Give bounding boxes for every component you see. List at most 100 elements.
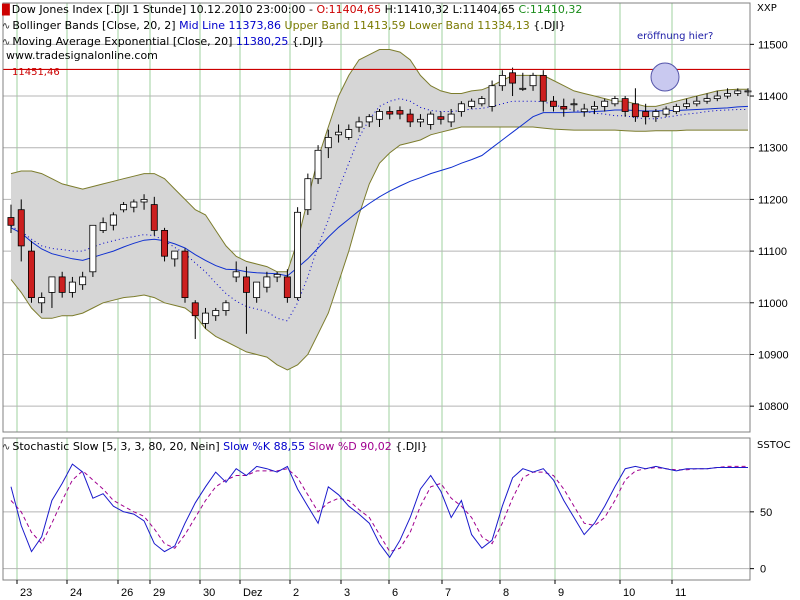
candle-body (662, 108, 670, 115)
candle-body (201, 312, 209, 324)
y-tick-label: 11000 (758, 298, 788, 310)
candle-body (253, 281, 261, 299)
candle-body (734, 90, 742, 94)
candle-body (263, 276, 271, 288)
legend-ema-symbol: {.DJI} (291, 35, 325, 48)
oscillator-legend: ∿ Stochastic Slow [5, 3, 3, 80, 20, Nein]… (2, 440, 428, 453)
candle-body (683, 103, 690, 107)
candle-body (345, 129, 353, 138)
candle-body (703, 98, 711, 102)
candle-body (672, 106, 680, 113)
legend-bollinger-name: Bollinger Bands [Close, 20, 2] (12, 19, 176, 32)
osc-name: Stochastic Slow [5, 3, 3, 80, 20, Nein] (12, 440, 220, 453)
candle-body (161, 229, 168, 257)
x-tick-label: 6 (392, 587, 398, 599)
line-indicator-icon: ∿ (2, 442, 11, 453)
x-tick-label: 24 (70, 587, 82, 599)
candle-body (519, 87, 527, 90)
candle-body (713, 95, 721, 99)
y-tick-label: 0 (760, 564, 766, 576)
candle-body (631, 103, 639, 118)
x-tick-label: 9 (558, 587, 564, 599)
legend-price-open: O:11404,65 (316, 3, 382, 16)
candle-body (140, 198, 148, 203)
candle-body (601, 100, 609, 107)
legend-line-price: █ Dow Jones Index [.DJI 1 Stunde] 10.12.2… (2, 2, 750, 18)
stoch-d-line (10, 465, 748, 553)
annotation-text: eröffnung hier? (637, 31, 714, 42)
candle-body (457, 103, 465, 113)
candle-body (181, 250, 189, 299)
legend-bollinger-mid: Mid Line 11373,86 (179, 19, 282, 32)
osc-panel-frame (2, 437, 751, 581)
candle-body (79, 276, 87, 286)
candle-body (478, 98, 486, 105)
candle-body (539, 75, 547, 102)
x-tick-label: 30 (203, 587, 215, 599)
legend-bollinger-lower: Lower Band 11334,13 (409, 19, 530, 32)
candle-body (314, 149, 322, 180)
candle-body (242, 276, 250, 293)
candle-body (68, 281, 76, 293)
legend-bollinger-symbol: {.DJI} (533, 19, 566, 32)
x-tick-label: 2 (293, 587, 299, 599)
y-tick-label: 10900 (758, 349, 789, 361)
legend-price-name: Dow Jones Index [.DJI 1 Stunde] (11, 3, 187, 16)
candle-body (232, 271, 240, 278)
candle-body (212, 310, 220, 317)
candle-body (171, 250, 179, 260)
candle-body (120, 204, 127, 211)
candle-body (58, 276, 66, 293)
candle-body (365, 116, 373, 123)
line-indicator-icon: ∿ (2, 37, 11, 48)
x-tick-label: Dez (243, 587, 263, 599)
legend-price-low: L:11404,65 (452, 3, 515, 16)
candle-body (273, 273, 281, 278)
candle-body (304, 178, 312, 211)
candle-body (560, 106, 568, 110)
x-tick-label: 8 (503, 587, 509, 599)
candle-body (375, 111, 383, 120)
candle-body (468, 100, 476, 107)
candle-body (27, 250, 35, 299)
candle-body (529, 75, 537, 87)
y-tick-label: 11200 (758, 194, 788, 206)
candle-body (222, 302, 230, 311)
legend-price-close: C:11410,32 (518, 3, 583, 16)
candle-body (109, 214, 117, 226)
candle-body (396, 110, 404, 115)
candle-body (406, 113, 414, 123)
candle-body (7, 217, 15, 226)
legend-price-high: H:11410,32 (384, 3, 450, 16)
x-tick-label: 7 (445, 587, 451, 599)
candle-body (488, 85, 496, 107)
candle-body (386, 111, 394, 115)
candle-body (550, 100, 557, 107)
candle-body (150, 204, 158, 231)
stoch-k-line (10, 463, 748, 559)
y-tick-label: 11300 (758, 143, 788, 155)
line-indicator-icon: ∿ (2, 21, 11, 32)
oscillator-lines (10, 463, 748, 559)
candle-body (509, 72, 516, 84)
legend-ema-name: Moving Average Exponential [Close, 20] (12, 35, 233, 48)
candle-body (498, 75, 506, 87)
candle-body (580, 108, 588, 112)
candle-body (191, 302, 199, 317)
candle-body (611, 98, 619, 105)
candle-body (130, 201, 138, 208)
x-tick-label: 26 (121, 587, 133, 599)
chart-canvas: 23 24 26 29 30 Dez 2 3 6 7 8 9 10 1110800109001100011… (2, 2, 789, 599)
osc-symbol: {.DJI} (395, 440, 428, 453)
annotation-circle (650, 62, 680, 92)
legend-ema-value: 11380,25 (235, 35, 289, 48)
candle-body (724, 93, 731, 97)
hline-value-label: 11451,46 (12, 67, 60, 78)
candle-body (652, 111, 660, 118)
candle-body (17, 209, 25, 247)
annotation-circle-shape (650, 62, 680, 92)
candle-body (335, 131, 342, 136)
candle-body (693, 100, 701, 105)
x-tick-label: 3 (344, 587, 350, 599)
candle-body (416, 118, 424, 123)
